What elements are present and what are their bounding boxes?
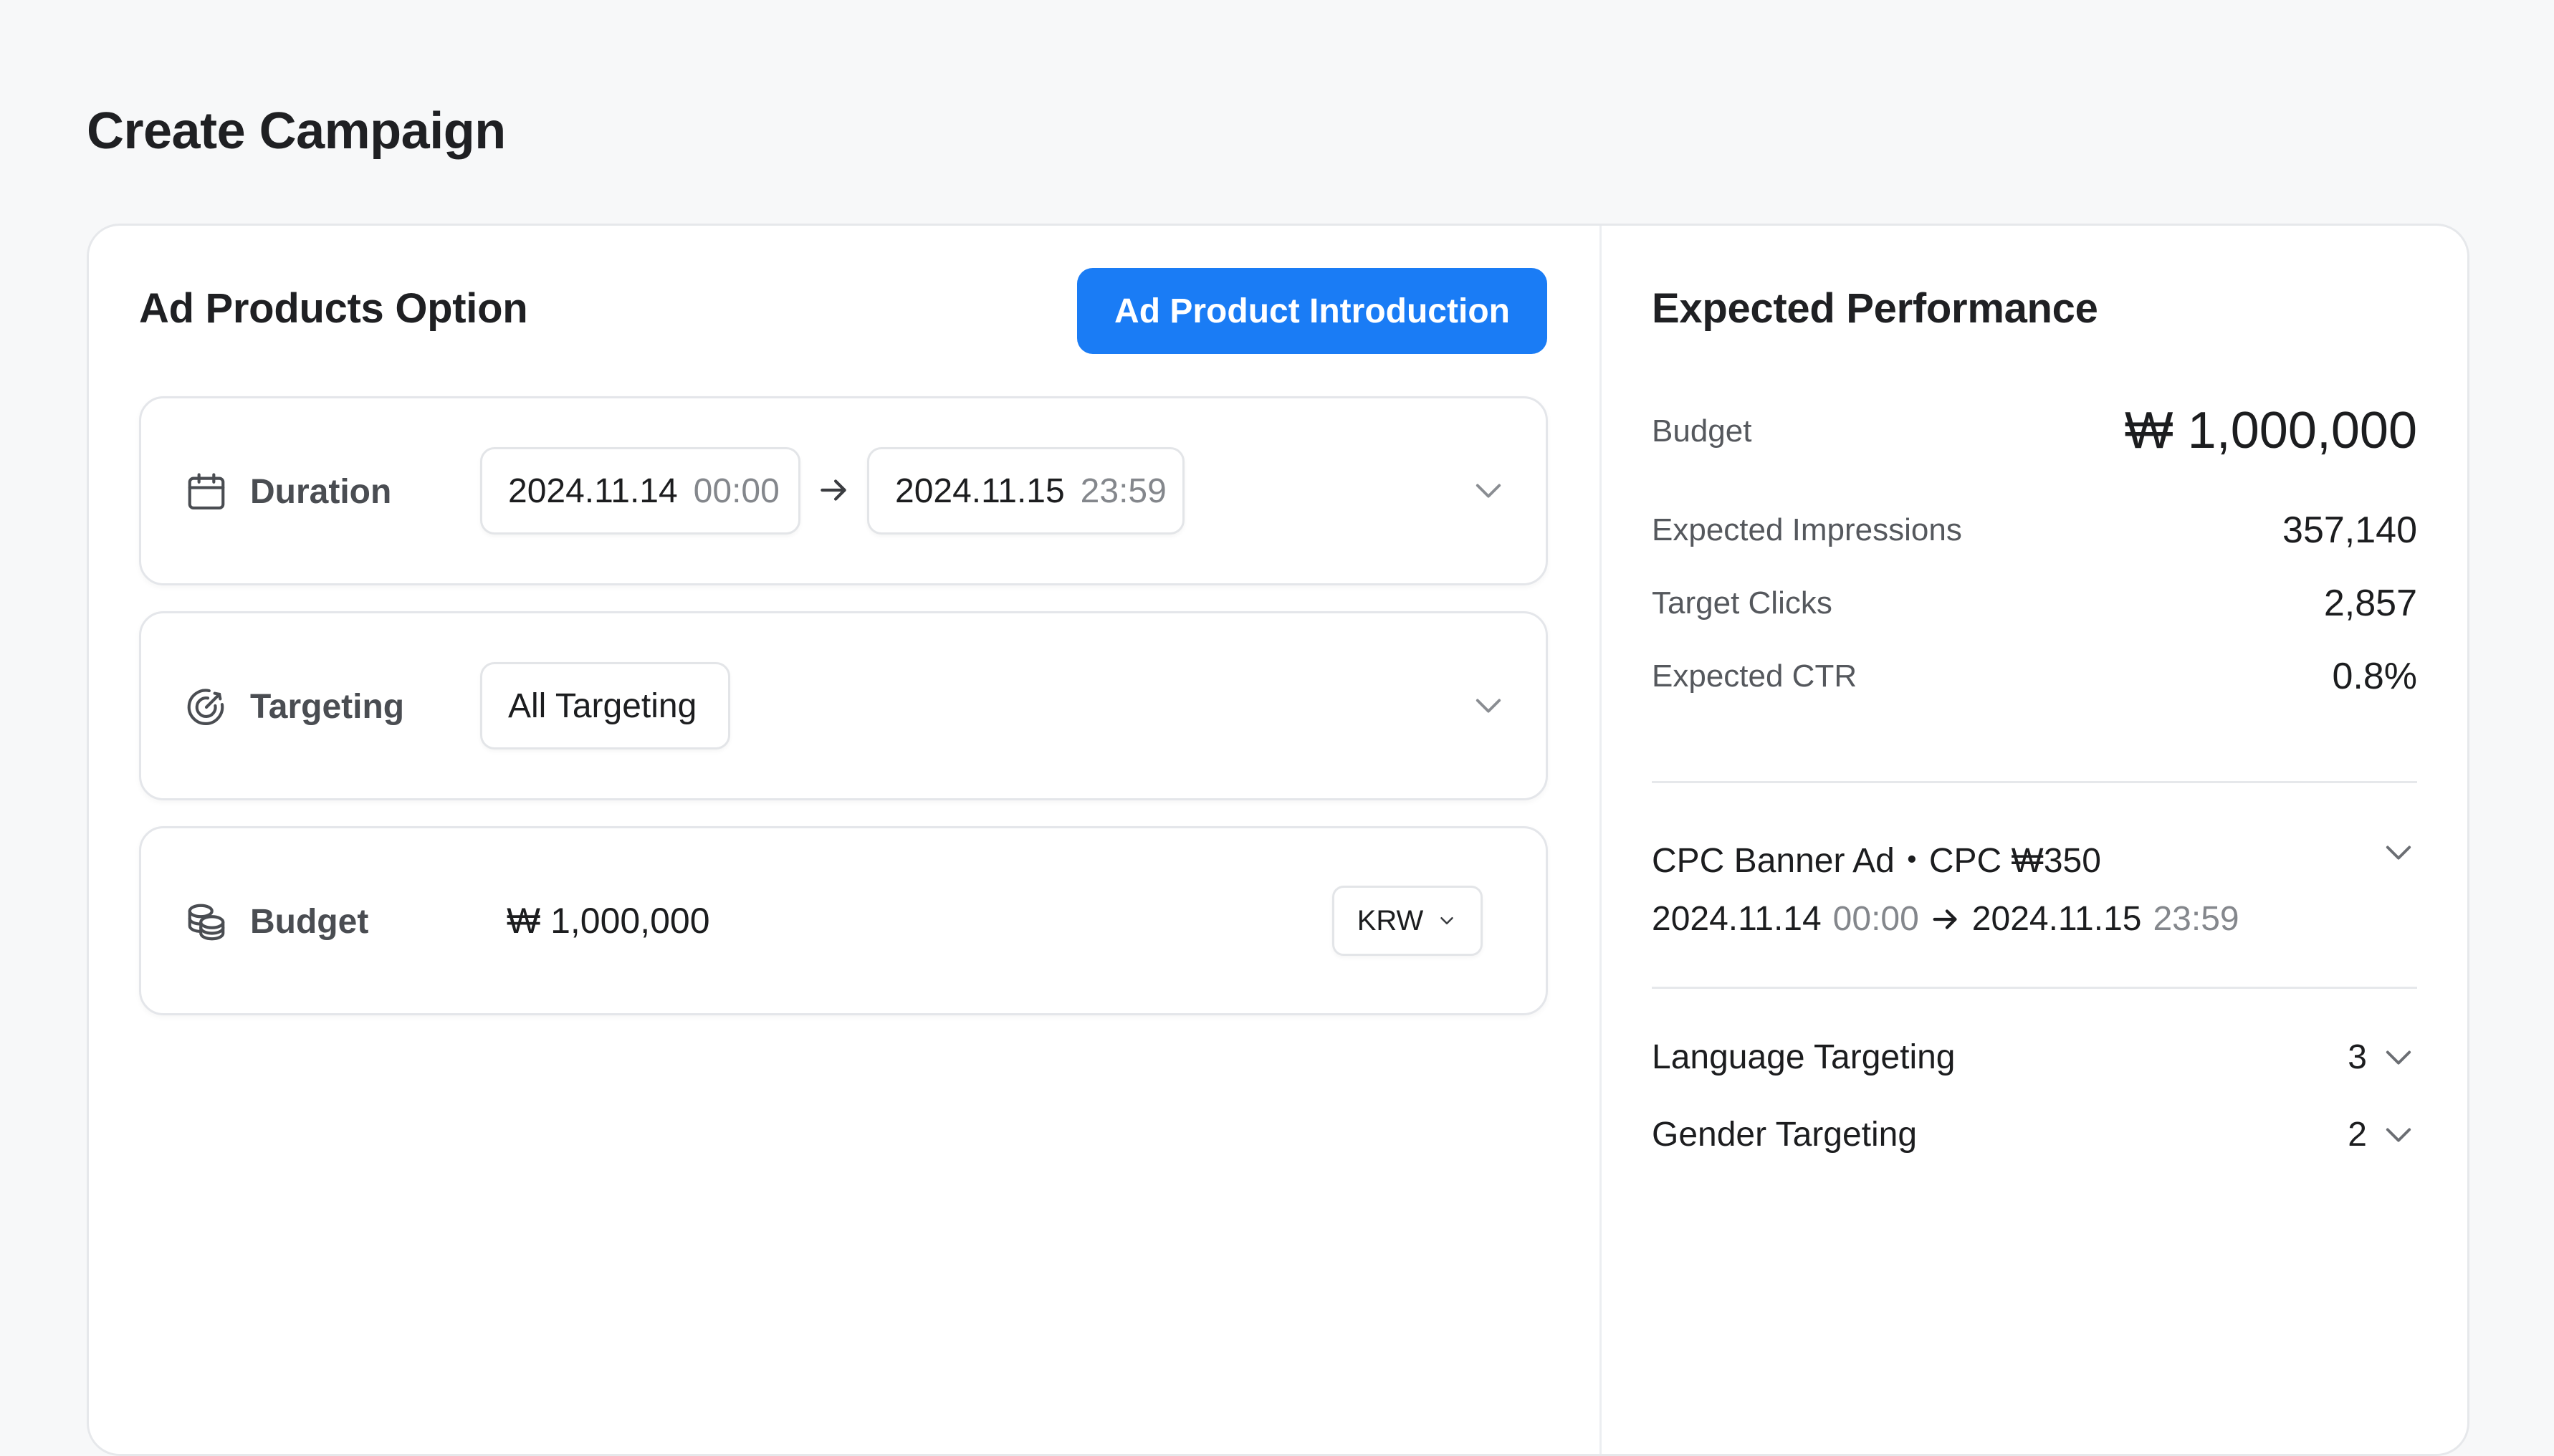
targeting-value: All Targeting — [508, 686, 697, 725]
product-summary: CPC Banner Ad・CPC ₩350 — [1652, 842, 2101, 880]
duration-label: Duration — [250, 473, 392, 511]
language-targeting-label: Language Targeting — [1652, 1038, 1956, 1076]
clicks-label: Target Clicks — [1652, 585, 1832, 621]
ad-product-introduction-button[interactable]: Ad Product Introduction — [1077, 268, 1547, 354]
calendar-icon — [188, 473, 225, 510]
chevron-down-icon — [1440, 917, 1454, 924]
currency-value: KRW — [1357, 904, 1424, 937]
duration-row[interactable]: Duration 2024.11.14 00:00 2024.11.15 23:… — [139, 396, 1548, 585]
expected-performance-title: Expected Performance — [1652, 285, 2098, 332]
perf-budget-label: Budget — [1652, 413, 1752, 449]
impressions-value: 357,140 — [2282, 509, 2417, 551]
budget-row[interactable]: Budget ₩ 1,000,000 KRW — [139, 826, 1548, 1015]
ad-products-panel: Ad Products Option Ad Product Introducti… — [89, 226, 1599, 1454]
end-time: 23:59 — [1080, 471, 1167, 510]
chevron-down-icon[interactable] — [2380, 1038, 2417, 1076]
impressions-label: Expected Impressions — [1652, 512, 1962, 547]
divider — [1652, 987, 2417, 989]
clicks-value: 2,857 — [2323, 583, 2417, 624]
ctr-value: 0.8% — [2332, 656, 2417, 697]
currency-select[interactable]: KRW — [1332, 886, 1483, 956]
budget-input[interactable]: ₩ 1,000,000 — [507, 899, 710, 943]
expected-performance-panel: Expected Performance Budget ₩ 1,000,000 … — [1599, 226, 2467, 1454]
gender-targeting-label: Gender Targeting — [1652, 1116, 1918, 1154]
ad-products-title: Ad Products Option — [139, 285, 528, 332]
targeting-field[interactable]: All Targeting — [480, 662, 730, 749]
summary-end-date: 2024.11.15 — [1971, 900, 2142, 938]
target-icon — [187, 689, 224, 726]
end-datetime-field[interactable]: 2024.11.15 23:59 — [867, 447, 1185, 535]
perf-budget-value: ₩ 1,000,000 — [2124, 402, 2417, 459]
budget-label: Budget — [250, 903, 369, 941]
summary-end-time: 23:59 — [2153, 900, 2239, 938]
chevron-down-icon[interactable] — [2380, 1116, 2417, 1153]
targeting-label: Targeting — [250, 688, 405, 726]
gender-targeting-count: 2 — [2348, 1116, 2367, 1154]
summary-start-time: 00:00 — [1832, 900, 1919, 938]
page-title: Create Campaign — [87, 102, 506, 160]
start-date: 2024.11.14 — [508, 471, 678, 510]
end-date: 2024.11.15 — [895, 471, 1065, 510]
chevron-down-icon[interactable] — [1470, 471, 1507, 509]
divider — [1652, 781, 2417, 783]
start-datetime-field[interactable]: 2024.11.14 00:00 — [480, 447, 800, 535]
arrow-right-icon — [1933, 909, 1957, 929]
campaign-card: Ad Products Option Ad Product Introducti… — [87, 224, 2469, 1456]
chevron-down-icon[interactable] — [1470, 686, 1507, 724]
ctr-label: Expected CTR — [1652, 658, 1857, 694]
language-targeting-count: 3 — [2348, 1038, 2367, 1076]
arrow-right-icon — [821, 479, 846, 501]
chevron-down-icon[interactable] — [2380, 833, 2417, 871]
coins-icon — [188, 904, 225, 941]
summary-duration: 2024.11.14 00:00 2024.11.15 23:59 — [1652, 899, 2239, 939]
start-time: 00:00 — [693, 471, 780, 510]
summary-start-date: 2024.11.14 — [1652, 900, 1822, 938]
targeting-row[interactable]: Targeting All Targeting — [139, 611, 1548, 800]
